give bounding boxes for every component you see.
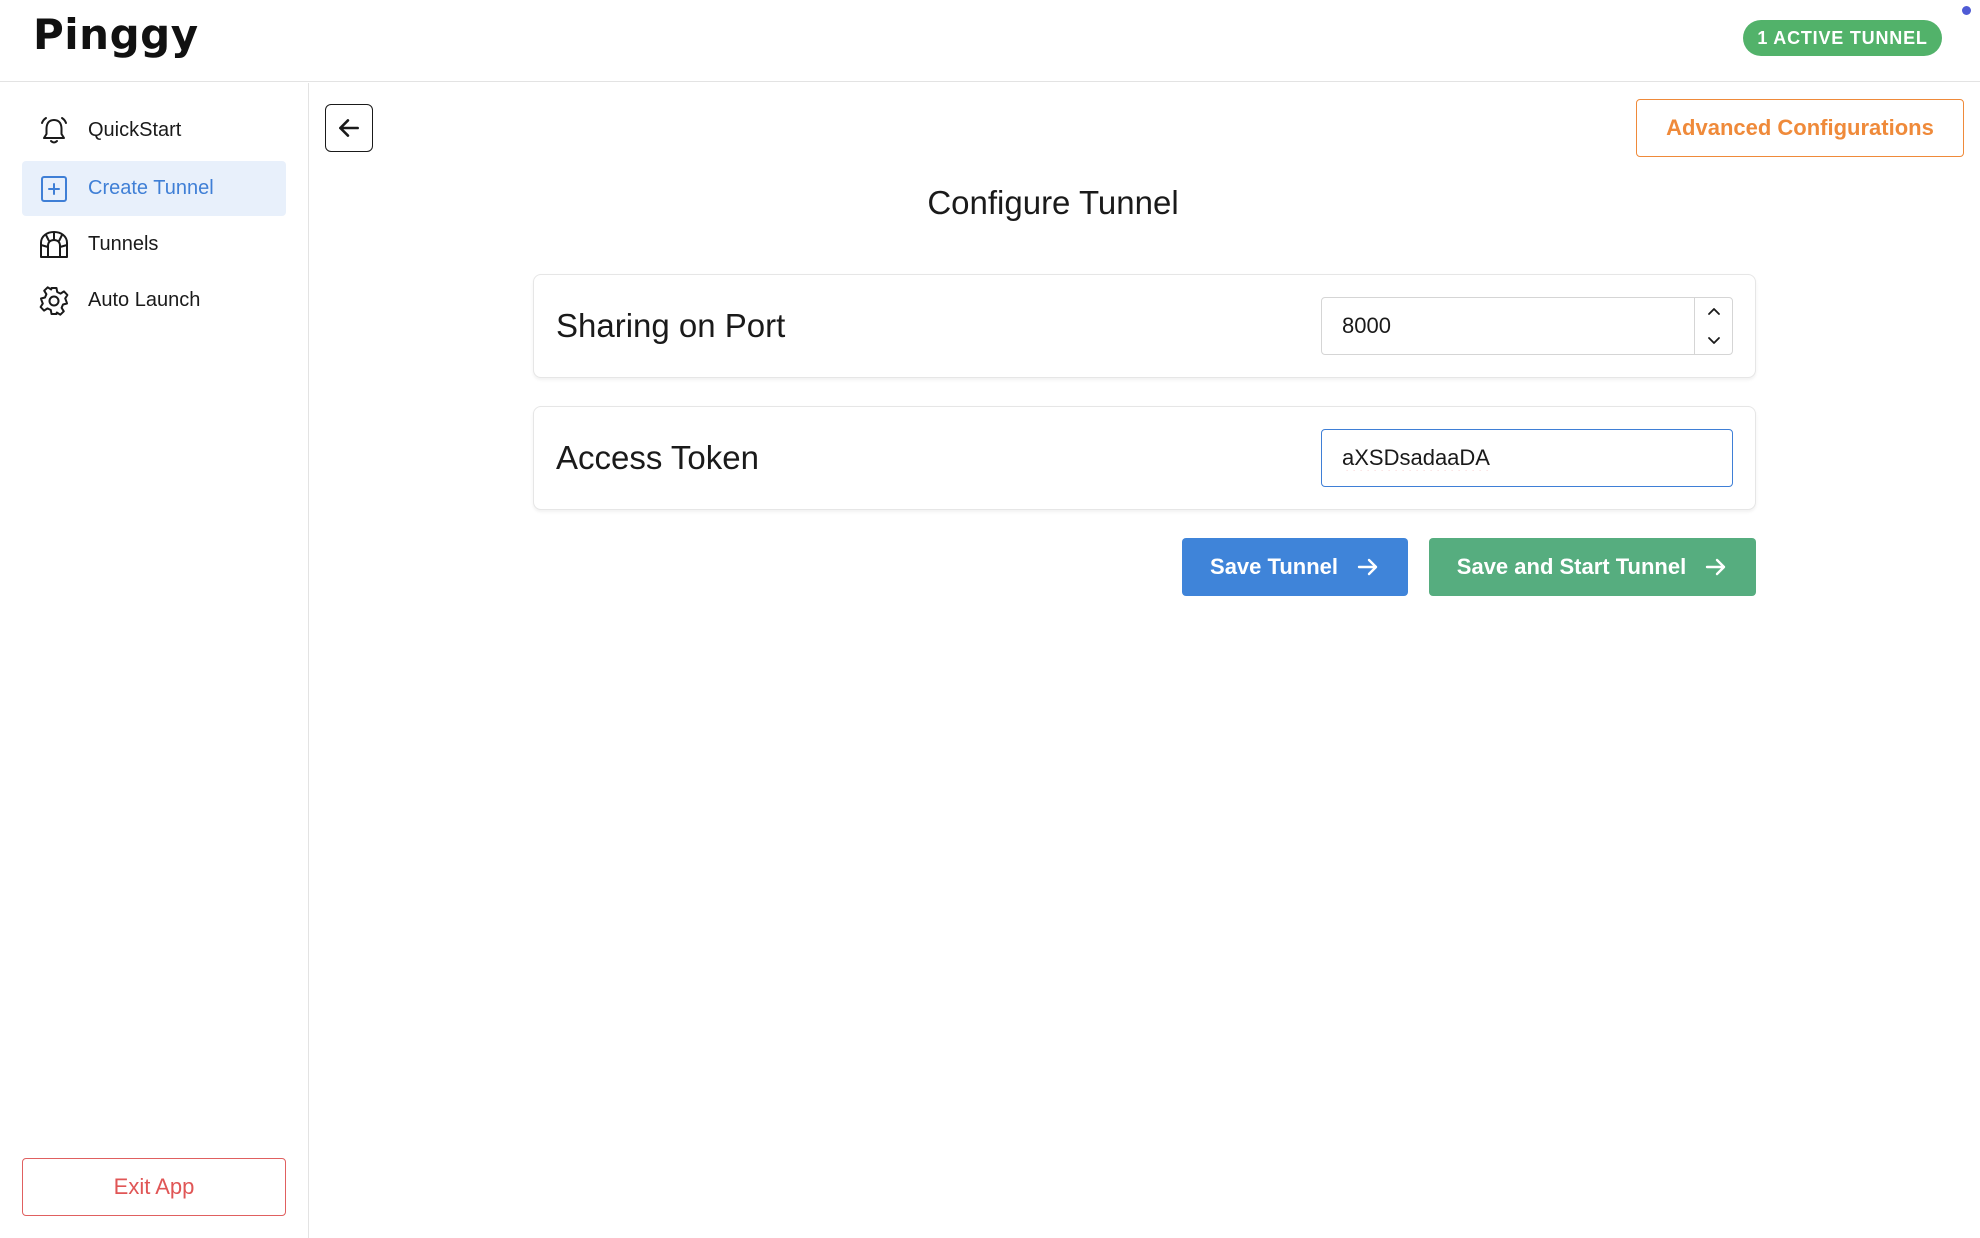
chevron-down-icon xyxy=(1708,337,1720,344)
page-title-container: Configure Tunnel xyxy=(310,184,1980,228)
token-card: Access Token xyxy=(533,406,1756,510)
back-button[interactable] xyxy=(325,104,373,152)
token-field xyxy=(1321,429,1733,487)
plus-square-icon xyxy=(41,176,67,202)
save-and-start-label: Save and Start Tunnel xyxy=(1456,554,1687,579)
app-header: Pinggy 1 ACTIVE TUNNEL xyxy=(0,0,1980,82)
sidebar-item-label: Tunnels xyxy=(88,233,159,255)
arrow-right-icon xyxy=(1357,558,1378,576)
sidebar-item-auto-launch[interactable]: Auto Launch xyxy=(22,273,286,328)
port-input[interactable] xyxy=(1322,298,1732,354)
arrow-left-icon xyxy=(339,119,359,137)
advanced-configurations-button[interactable]: Advanced Configurations xyxy=(1636,99,1964,157)
sidebar-item-tunnels[interactable]: Tunnels xyxy=(22,217,286,272)
save-tunnel-label: Save Tunnel xyxy=(1210,554,1338,579)
port-card: Sharing on Port xyxy=(533,274,1756,378)
port-field xyxy=(1321,297,1733,355)
active-tunnel-badge[interactable]: 1 ACTIVE TUNNEL xyxy=(1743,20,1942,56)
arrow-right-icon xyxy=(1706,558,1726,576)
save-tunnel-button[interactable]: Save Tunnel xyxy=(1182,538,1408,596)
bell-icon xyxy=(41,117,67,144)
sidebar-item-label: Create Tunnel xyxy=(88,177,214,199)
tunnel-icon xyxy=(40,231,68,258)
stepper-down-button[interactable] xyxy=(1695,326,1733,354)
port-stepper xyxy=(1694,298,1732,354)
access-token-input[interactable] xyxy=(1322,430,1732,486)
sidebar-item-quickstart[interactable]: QuickStart xyxy=(22,103,286,158)
chevron-up-icon xyxy=(1708,308,1720,315)
token-label: Access Token xyxy=(556,439,759,476)
stepper-up-button[interactable] xyxy=(1695,298,1733,326)
app-logo: Pinggy xyxy=(33,10,199,59)
notification-dot xyxy=(1962,6,1971,15)
sidebar-item-label: QuickStart xyxy=(88,119,182,141)
sidebar-item-label: Auto Launch xyxy=(88,289,201,311)
sidebar: QuickStart Create Tunnel Tunnels Auto La… xyxy=(0,83,309,1238)
gear-icon xyxy=(39,286,69,316)
save-and-start-tunnel-button[interactable]: Save and Start Tunnel xyxy=(1429,538,1756,596)
exit-app-button[interactable]: Exit App xyxy=(22,1158,286,1216)
page-title: Configure Tunnel xyxy=(927,184,1179,221)
port-label: Sharing on Port xyxy=(556,307,786,344)
